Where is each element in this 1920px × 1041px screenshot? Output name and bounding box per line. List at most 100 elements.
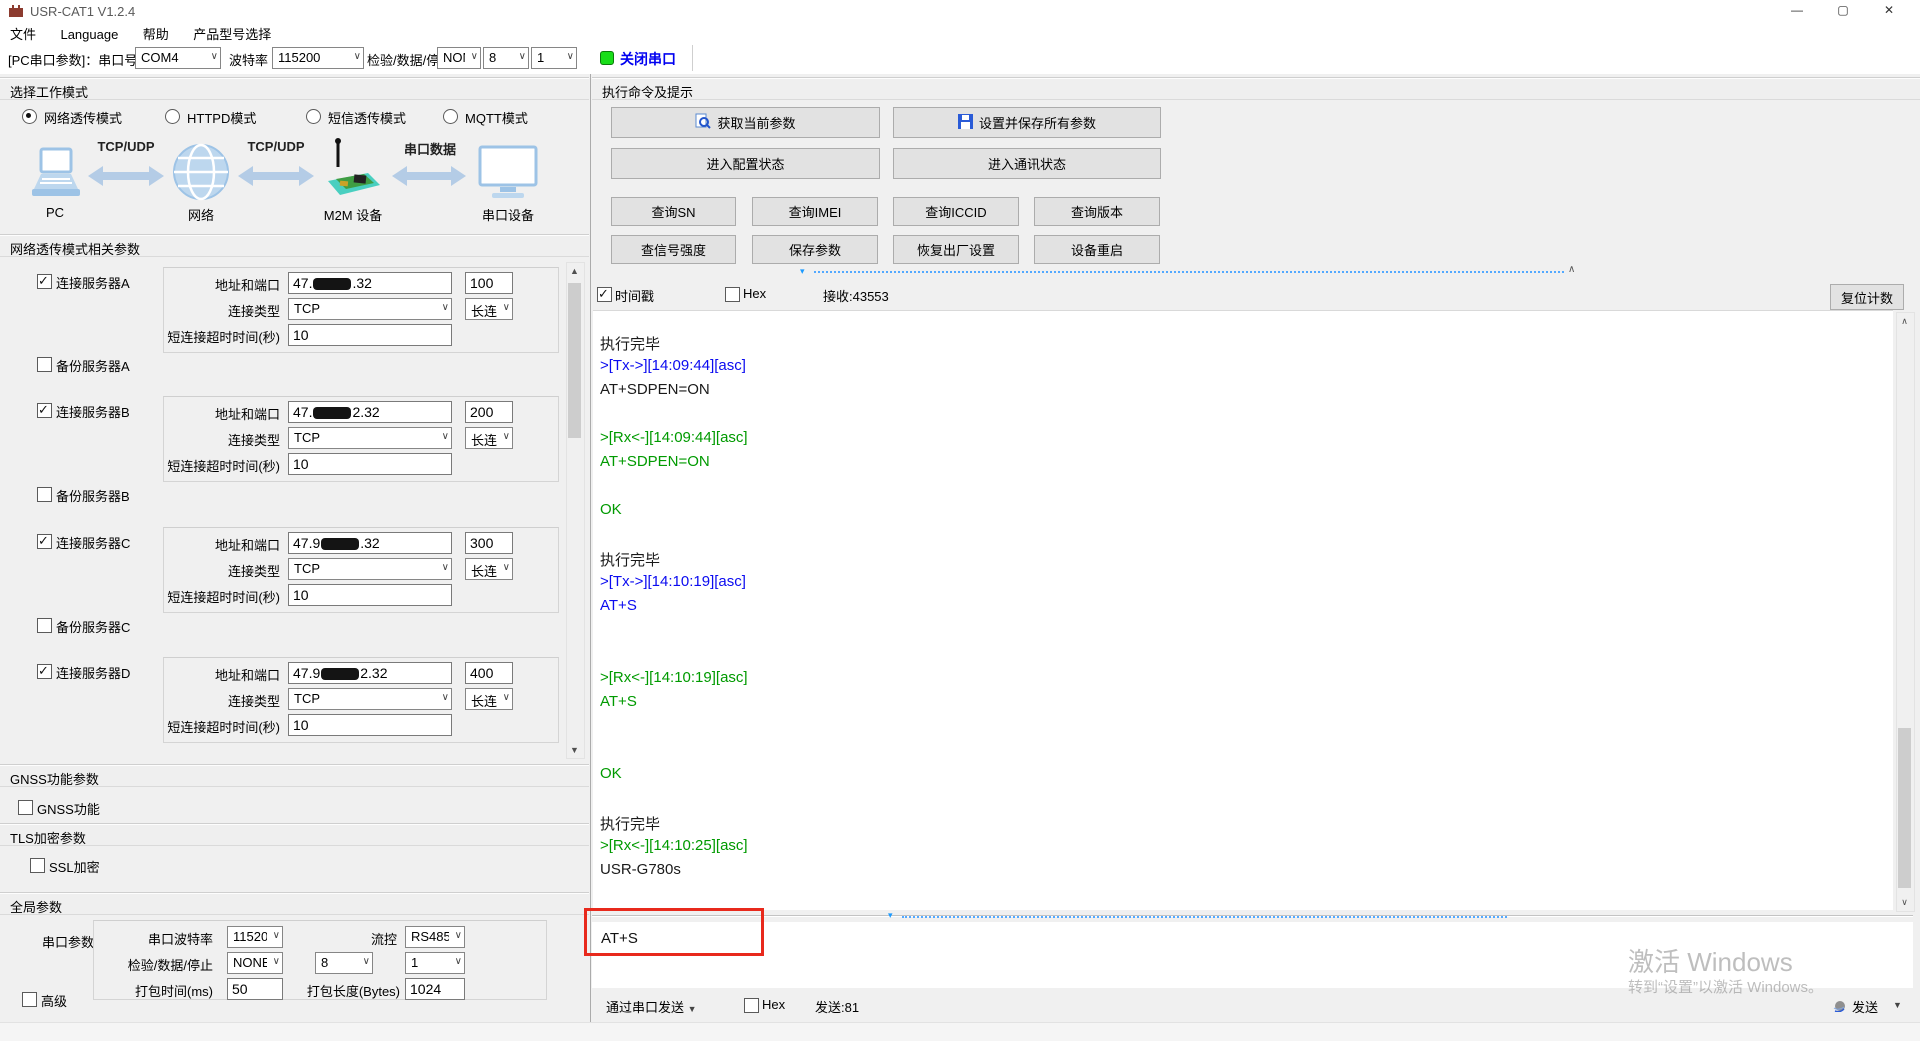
network-globe-icon bbox=[172, 143, 230, 206]
global-baud-select[interactable]: 115200∨ bbox=[227, 926, 283, 948]
server-c-connect-checkbox[interactable] bbox=[37, 533, 52, 549]
splitter-handle-icon[interactable]: ▾ bbox=[888, 910, 893, 921]
pack-len-input[interactable]: 1024 bbox=[405, 978, 465, 1000]
send-splitter-dots[interactable] bbox=[902, 916, 1507, 918]
server-c-port-input[interactable]: 300 bbox=[465, 532, 513, 554]
menu-help[interactable]: 帮助 bbox=[133, 22, 179, 43]
server-c-type-select[interactable]: TCP ∨ bbox=[288, 558, 452, 580]
server-b-type-select[interactable]: TCP ∨ bbox=[288, 427, 452, 449]
send-button[interactable]: 发送 bbox=[1852, 997, 1878, 1016]
minimize-button[interactable]: — bbox=[1777, 0, 1817, 22]
query-imei-button[interactable]: 查询IMEI bbox=[752, 197, 878, 226]
server-b-port-input[interactable]: 200 bbox=[465, 401, 513, 423]
server-a-connect-checkbox[interactable] bbox=[37, 273, 52, 289]
flow-select[interactable]: RS485 ∨ bbox=[405, 926, 465, 948]
save-params-button[interactable]: 保存参数 bbox=[752, 235, 878, 264]
server-a-backup-checkbox[interactable] bbox=[37, 357, 52, 372]
radio-mqtt[interactable] bbox=[443, 109, 458, 124]
scrollbar-thumb[interactable] bbox=[568, 283, 581, 438]
server-d-timeout-input[interactable]: 10 bbox=[288, 714, 452, 736]
addr-port-label: 地址和端口 bbox=[214, 538, 280, 553]
server-d-type-select[interactable]: TCP ∨ bbox=[288, 688, 452, 710]
serial-open-indicator-icon bbox=[600, 51, 614, 65]
link2-label: TCP/UDP bbox=[247, 139, 305, 154]
server-c-address-input[interactable]: 47.9.32 bbox=[288, 532, 452, 554]
set-save-params-button[interactable]: 设置并保存所有参数 bbox=[893, 107, 1161, 138]
send-hex-label: Hex bbox=[762, 997, 786, 1012]
scroll-down-icon[interactable]: ▼ bbox=[567, 745, 582, 755]
device-restart-button[interactable]: 设备重启 bbox=[1034, 235, 1160, 264]
factory-reset-button[interactable]: 恢复出厂设置 bbox=[893, 235, 1019, 264]
query-signal-button[interactable]: 查信号强度 bbox=[611, 235, 736, 264]
scroll-up-icon[interactable]: ▲ bbox=[567, 266, 582, 276]
windows-watermark-line2: 转到“设置”以激活 Windows。 bbox=[1628, 979, 1824, 996]
close-serial-button[interactable]: 关闭串口 bbox=[620, 49, 676, 69]
server-a-type-select[interactable]: TCP ∨ bbox=[288, 298, 452, 320]
server-d-connect-checkbox[interactable] bbox=[37, 663, 52, 679]
pack-time-input[interactable]: 50 bbox=[227, 978, 283, 1000]
server-d-block: 连接服务器D 地址和端口 47.92.32 400 连接类型 TCP∨ 长连∨ … bbox=[0, 657, 562, 757]
reset-count-button[interactable]: 复位计数 bbox=[1830, 284, 1904, 310]
menu-product-model[interactable]: 产品型号选择 bbox=[183, 22, 281, 43]
server-d-port-input[interactable]: 400 bbox=[465, 662, 513, 684]
baud-select[interactable]: 115200 ∨ bbox=[272, 47, 364, 69]
server-b-address-input[interactable]: 47. 2.32 bbox=[288, 401, 452, 423]
advanced-checkbox[interactable] bbox=[22, 992, 37, 1007]
enter-comm-button[interactable]: 进入通讯状态 bbox=[893, 148, 1161, 179]
gnss-checkbox[interactable] bbox=[18, 800, 33, 815]
server-a-timeout-input[interactable]: 10 bbox=[288, 324, 452, 346]
log-hex-checkbox[interactable] bbox=[725, 287, 740, 302]
radio-sms[interactable] bbox=[306, 109, 321, 124]
log-top-splitter[interactable] bbox=[814, 271, 1564, 273]
server-a-keep-select[interactable]: 长连 ∨ bbox=[465, 298, 513, 320]
query-version-button[interactable]: 查询版本 bbox=[1034, 197, 1160, 226]
scroll-down-icon[interactable]: ∨ bbox=[1897, 897, 1912, 908]
server-b-backup-checkbox[interactable] bbox=[37, 487, 52, 502]
server-d-address-input[interactable]: 47.9 2.32 bbox=[288, 662, 452, 684]
server-c-timeout-input[interactable]: 10 bbox=[288, 584, 452, 606]
panel-divider bbox=[590, 74, 591, 1041]
maximize-button[interactable]: ▢ bbox=[1823, 0, 1863, 22]
server-b-timeout-input[interactable]: 10 bbox=[288, 453, 452, 475]
server-c-keep-select[interactable]: 长连 ∨ bbox=[465, 558, 513, 580]
server-b-connect-checkbox[interactable] bbox=[37, 402, 52, 418]
server-a-address-input[interactable]: 47. .32 bbox=[288, 272, 452, 294]
chevron-down-icon: ∨ bbox=[566, 51, 574, 62]
server-c-backup-checkbox[interactable] bbox=[37, 618, 52, 633]
log-output[interactable]: 执行完毕 >[Tx->][14:09:44][asc] AT+SDPEN=ON >[… bbox=[593, 310, 1893, 910]
close-button[interactable]: ✕ bbox=[1869, 0, 1909, 22]
parity-select[interactable]: NONI∨ bbox=[437, 47, 481, 69]
radio-httpd[interactable] bbox=[165, 109, 180, 124]
get-params-button[interactable]: 获取当前参数 bbox=[611, 107, 880, 138]
send-hex-checkbox[interactable] bbox=[744, 998, 759, 1013]
chevron-down-icon: ∨ bbox=[362, 956, 370, 967]
radio-net-transparent[interactable] bbox=[22, 109, 37, 124]
global-databits-select[interactable]: 8 ∨ bbox=[315, 952, 373, 974]
splitter-handle-icon[interactable]: ▾ bbox=[800, 266, 805, 277]
server-a-port-input[interactable]: 100 bbox=[465, 272, 513, 294]
global-stopbits-select[interactable]: 1 ∨ bbox=[405, 952, 465, 974]
collapse-up-icon[interactable]: ∧ bbox=[1568, 264, 1575, 275]
timestamp-checkbox[interactable] bbox=[597, 286, 612, 302]
menu-file[interactable]: 文件 bbox=[0, 22, 46, 43]
global-parity-select[interactable]: NONE ∨ bbox=[227, 952, 283, 974]
scroll-up-icon[interactable]: ∧ bbox=[1897, 316, 1912, 327]
scrollbar-thumb[interactable] bbox=[1898, 728, 1911, 888]
enter-config-button[interactable]: 进入配置状态 bbox=[611, 148, 880, 179]
menu-language[interactable]: Language bbox=[50, 25, 128, 42]
databits-select[interactable]: 8 ∨ bbox=[483, 47, 529, 69]
server-list-scrollbar[interactable]: ▲ ▼ bbox=[566, 262, 585, 759]
query-iccid-button[interactable]: 查询ICCID bbox=[893, 197, 1019, 226]
chevron-down-icon[interactable]: ▼ bbox=[1893, 1000, 1902, 1010]
send-via-serial-button[interactable]: 通过串口发送 ▼ bbox=[606, 997, 697, 1016]
server-d-keep-select[interactable]: 长连 ∨ bbox=[465, 688, 513, 710]
com-port-select[interactable]: COM4 ∨ bbox=[135, 47, 221, 69]
chevron-down-icon: ∨ bbox=[502, 692, 510, 703]
log-scrollbar[interactable]: ∧ ∨ bbox=[1896, 312, 1915, 912]
query-sn-button[interactable]: 查询SN bbox=[611, 197, 736, 226]
chevron-down-icon: ∨ bbox=[441, 431, 449, 442]
ssl-checkbox[interactable] bbox=[30, 858, 45, 873]
server-b-keep-select[interactable]: 长连 ∨ bbox=[465, 427, 513, 449]
stopbits-select[interactable]: 1 ∨ bbox=[531, 47, 577, 69]
